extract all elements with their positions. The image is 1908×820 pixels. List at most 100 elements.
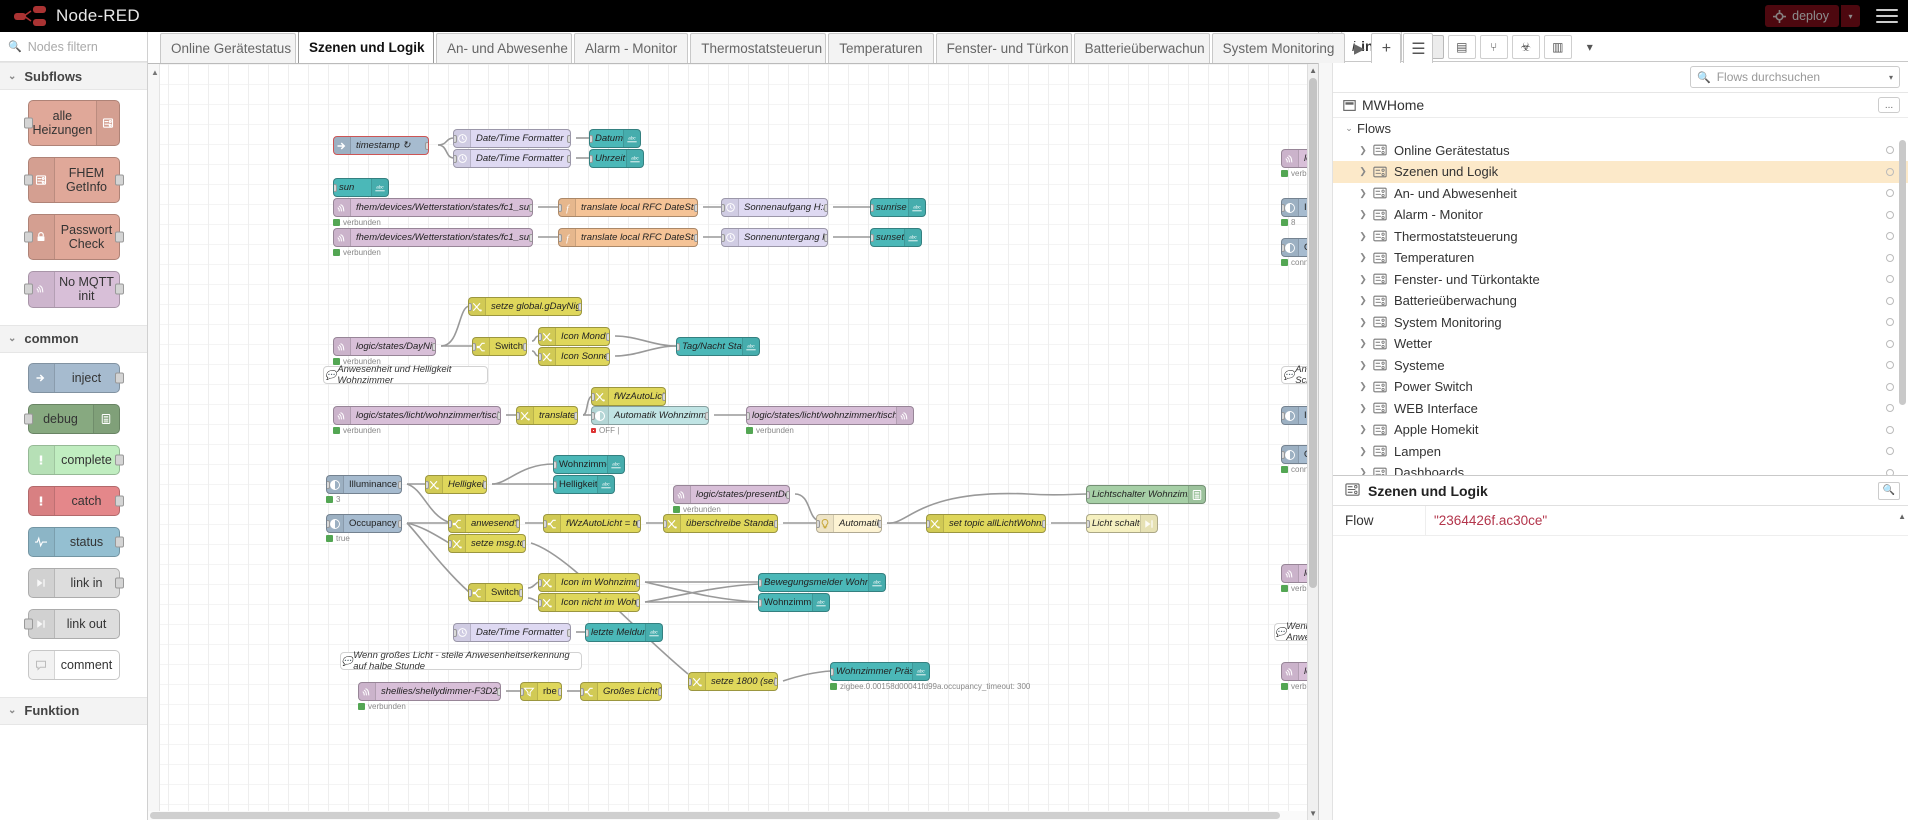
node-port-out[interactable]: [425, 141, 428, 150]
flow-node[interactable]: Uhrzeit abc: [589, 149, 644, 168]
flow-node[interactable]: überschreibe Standards: [663, 514, 778, 533]
flow-node[interactable]: set topic allLichtWohnzimmer: [926, 514, 1046, 533]
node-port-out[interactable]: [567, 628, 570, 637]
flow-enabled-indicator[interactable]: [1886, 189, 1894, 198]
node-port-in[interactable]: [1282, 243, 1285, 252]
flow-node[interactable]: Sonnenaufgang H:mm: [721, 198, 828, 217]
sidebar-flow-wetter[interactable]: ❯ Wetter: [1333, 333, 1908, 355]
flow-node[interactable]: Bewegungsmelder Wohnzimmer abc: [758, 573, 886, 592]
node-port-out[interactable]: [694, 233, 697, 242]
flow-node[interactable]: Occupancy: [326, 514, 402, 533]
node-port-out[interactable]: [574, 411, 577, 420]
flow-node[interactable]: translate: [516, 406, 578, 425]
sidebar-flow-batterie-berwachung[interactable]: ❯ Batterieüberwachung: [1333, 290, 1908, 312]
flow-tab-online-ger-testatus[interactable]: Online Gerätestatus: [160, 33, 296, 63]
flow-node[interactable]: Icon nicht im Wohnzimmer: [538, 593, 640, 612]
node-port-in[interactable]: [449, 539, 452, 548]
node-port-in[interactable]: [559, 233, 562, 242]
flow-node[interactable]: logic/states/DayNight: [333, 337, 436, 356]
sidebar-flow-web-interface[interactable]: ❯ WEB Interface: [1333, 398, 1908, 420]
chevron-right-icon[interactable]: ❯: [1355, 446, 1371, 457]
node-port-out[interactable]: [824, 233, 827, 242]
node-port-in[interactable]: [677, 342, 680, 351]
node-port-in[interactable]: [722, 233, 725, 242]
palette-category-subflows[interactable]: ⌄ Subflows: [0, 62, 147, 90]
flow-node[interactable]: sunrise abc: [870, 198, 926, 217]
node-port-out[interactable]: [694, 203, 697, 212]
chevron-right-icon[interactable]: ❯: [1355, 295, 1371, 306]
node-port-in[interactable]: [590, 134, 593, 143]
chevron-down-icon[interactable]: ▾: [1575, 35, 1604, 59]
flow-tab-fenster-und-t-rkon[interactable]: Fenster- und Türkon: [935, 33, 1072, 63]
flow-node[interactable]: Switch: [472, 337, 527, 356]
properties-scroll-up-icon[interactable]: ▲: [1898, 512, 1906, 521]
node-port-in[interactable]: [544, 519, 547, 528]
flow-node[interactable]: Licht schalten: [1086, 514, 1158, 533]
flow-enabled-indicator[interactable]: [1886, 404, 1894, 413]
node-port-in[interactable]: [871, 233, 874, 242]
node-port-in[interactable]: [334, 183, 337, 192]
canvas-horizontal-scrollbar[interactable]: [148, 811, 1307, 820]
flow-search-input[interactable]: 🔍 Flows durchsuchen ▾: [1690, 66, 1900, 88]
node-port-in[interactable]: [1282, 450, 1285, 459]
node-port-out[interactable]: [1042, 519, 1045, 528]
node-port-out[interactable]: [497, 687, 500, 696]
flow-node[interactable]: shellies/shellydimmer-F3D288/light/0: [358, 682, 501, 701]
flow-node[interactable]: logic/states/licht/wohnzimmer/tischlampe…: [746, 406, 914, 425]
node-port-in[interactable]: [759, 598, 762, 607]
flow-node[interactable]: anwesend?: [448, 514, 520, 533]
node-port-out[interactable]: [483, 480, 486, 489]
chevron-right-icon[interactable]: ❯: [1355, 317, 1371, 328]
canvas-vscroll-thumb[interactable]: [1309, 78, 1317, 588]
node-port-out[interactable]: [497, 411, 500, 420]
flow-node[interactable]: fWzAutoLicht = true?: [543, 514, 641, 533]
flow-node[interactable]: fhem/devices/Wetterstation/states/fc1_su…: [333, 228, 533, 247]
flow-node[interactable]: Illuminance: [326, 475, 402, 494]
project-row[interactable]: MWHome ...: [1333, 92, 1908, 118]
sidebar-flow-alarm-monitor[interactable]: ❯ Alarm - Monitor: [1333, 204, 1908, 226]
flow-node[interactable]: Sonnenuntergang H:mm: [721, 228, 828, 247]
node-port-in[interactable]: [1282, 411, 1285, 420]
sidebar-flow-lampen[interactable]: ❯ Lampen: [1333, 441, 1908, 463]
node-port-in[interactable]: [592, 411, 595, 420]
sidebar-flow-fenster-und-t-rkontakte[interactable]: ❯ Fenster- und Türkontakte: [1333, 269, 1908, 291]
palette-node-status[interactable]: status: [27, 526, 124, 557]
flow-node[interactable]: sun abc: [333, 178, 389, 197]
node-port-in[interactable]: [469, 302, 472, 311]
node-port-in[interactable]: [831, 667, 834, 676]
flow-node[interactable]: Helligkeit abc: [553, 475, 615, 494]
sidebar-flow-thermostatsteuerung[interactable]: ❯ Thermostatsteuerung: [1333, 226, 1908, 248]
palette-node-complete[interactable]: complete: [27, 444, 124, 475]
node-port-out[interactable]: [774, 519, 777, 528]
flow-details-search-button[interactable]: 🔍: [1878, 481, 1900, 500]
chevron-right-icon[interactable]: ❯: [1355, 338, 1371, 349]
node-port-in[interactable]: [759, 578, 762, 587]
flow-node[interactable]: fWzAutoLicht: [591, 387, 666, 406]
flow-branch-icon[interactable]: ⑂: [1479, 35, 1508, 59]
node-port-out[interactable]: [606, 352, 609, 361]
deploy-button-group[interactable]: deploy ▾: [1765, 5, 1860, 27]
node-port-out[interactable]: [636, 598, 639, 607]
node-port-out[interactable]: [705, 411, 708, 420]
flow-enabled-indicator[interactable]: [1886, 339, 1894, 348]
tree-scrollbar[interactable]: [1899, 128, 1906, 473]
node-port-in[interactable]: [449, 519, 452, 528]
node-port-in[interactable]: [722, 203, 725, 212]
flow-enabled-indicator[interactable]: [1886, 210, 1894, 219]
sidebar-flow-temperaturen[interactable]: ❯ Temperaturen: [1333, 247, 1908, 269]
palette-node-debug[interactable]: debug: [23, 403, 120, 434]
flow-node[interactable]: Icon Mond: [538, 327, 610, 346]
chevron-right-icon[interactable]: ❯: [1355, 424, 1371, 435]
scroll-down-arrow-icon[interactable]: ▼: [1309, 809, 1317, 818]
deploy-button[interactable]: deploy: [1765, 5, 1839, 27]
sidebar-flow-power-switch[interactable]: ❯ Power Switch: [1333, 376, 1908, 398]
node-port-out[interactable]: [522, 539, 525, 548]
node-port-in[interactable]: [327, 519, 330, 528]
palette-node-fhem-getinfo[interactable]: FHEM GetInfo: [23, 157, 124, 203]
node-port-in[interactable]: [590, 154, 593, 163]
flow-node[interactable]: Date/Time Formatter: [453, 623, 571, 642]
flow-comment-node[interactable]: 💬Wenn großes Licht - steile Anwesenheits…: [340, 650, 582, 672]
sidebar-flow-szenen-und-logik[interactable]: ❯ Szenen und Logik: [1333, 161, 1908, 183]
node-port-out[interactable]: [432, 342, 435, 351]
flow-node[interactable]: letzte Meldung abc: [585, 623, 663, 642]
